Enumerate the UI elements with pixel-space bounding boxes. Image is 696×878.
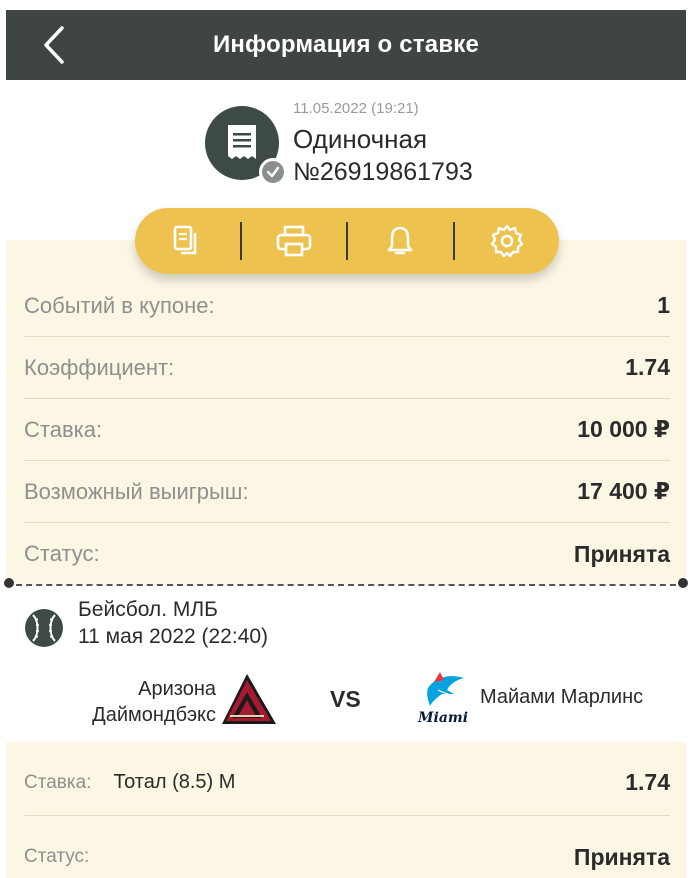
tear-dot-left <box>4 578 14 588</box>
home-team-name: Аризона Даймондбэкс <box>58 676 216 728</box>
summary-label: Возможный выигрыш: <box>24 478 249 504</box>
chevron-left-icon[interactable] <box>36 24 76 66</box>
bet-status-badge: Принята <box>573 843 670 870</box>
bet-status-row: Статус: Принята <box>24 824 670 878</box>
page-title: Информация о ставке <box>212 31 480 58</box>
summary-row-coefficient: Коэффициент: 1.74 <box>24 337 670 399</box>
summary-row-stake: Ставка: 10 000 ₽ <box>24 399 670 461</box>
summary-value: 17 400 ₽ <box>577 478 670 504</box>
summary-label: Ставка: <box>24 416 103 442</box>
checkmark-icon <box>259 158 287 186</box>
versus-label: VS <box>330 686 361 712</box>
home-team-line1: Аризона <box>138 678 216 700</box>
coupon-date: 11.05.2022 (19:21) <box>293 100 419 117</box>
event-info: Бейсбол. МЛБ 11 мая 2022 (22:40) <box>24 598 674 658</box>
coupon-type: Одиночная <box>293 124 428 154</box>
summary-value: 1.74 <box>625 354 670 380</box>
copy-button[interactable] <box>135 208 240 274</box>
settings-button[interactable] <box>455 208 560 274</box>
print-icon[interactable] <box>275 224 313 258</box>
bet-coefficient: 1.74 <box>625 769 670 795</box>
summary-label: Коэффициент: <box>24 354 175 380</box>
tear-line <box>6 584 686 586</box>
marlins-logo-text: Miami <box>417 710 468 726</box>
coupon-avatar <box>205 106 287 186</box>
summary-row-events: Событий в купоне: 1 <box>24 275 670 337</box>
summary-value: 1 <box>657 292 670 318</box>
summary-value: 10 000 ₽ <box>577 416 670 442</box>
home-team-line2: Даймондбэкс <box>92 704 216 726</box>
bet-status-label: Статус: <box>24 846 90 867</box>
summary-label: Событий в купоне: <box>24 292 215 318</box>
tear-dot-right <box>678 578 688 588</box>
marlins-logo-icon: Miami <box>417 672 468 726</box>
top-bar: Информация о ставке <box>6 10 686 80</box>
gear-icon[interactable] <box>489 223 525 259</box>
print-button[interactable] <box>242 208 347 274</box>
action-bar <box>135 208 559 274</box>
status-badge: Принята <box>573 540 670 567</box>
copy-icon[interactable] <box>170 224 204 258</box>
coupon-number: №26919861793 <box>293 158 473 186</box>
summary-row-status: Статус: Принята <box>24 523 670 585</box>
bet-stake-label: Ставка: <box>24 771 92 793</box>
event-sport: Бейсбол. МЛБ <box>78 598 218 621</box>
bell-icon[interactable] <box>384 224 416 258</box>
baseball-icon <box>25 609 63 647</box>
bet-row: Ставка: Тотал (8.5) М 1.74 <box>24 750 670 816</box>
summary-label: Статус: <box>24 541 100 566</box>
back-button[interactable] <box>36 24 76 66</box>
notify-button[interactable] <box>348 208 453 274</box>
bet-market: Тотал (8.5) М <box>113 771 236 793</box>
coupon-header: 11.05.2022 (19:21) Одиночная №2691986179… <box>205 98 625 208</box>
event-datetime: 11 мая 2022 (22:40) <box>78 625 269 648</box>
diamondbacks-logo-icon <box>222 674 276 724</box>
away-team-name: Майами Марлинс <box>480 686 644 708</box>
summary-row-payout: Возможный выигрыш: 17 400 ₽ <box>24 461 670 523</box>
